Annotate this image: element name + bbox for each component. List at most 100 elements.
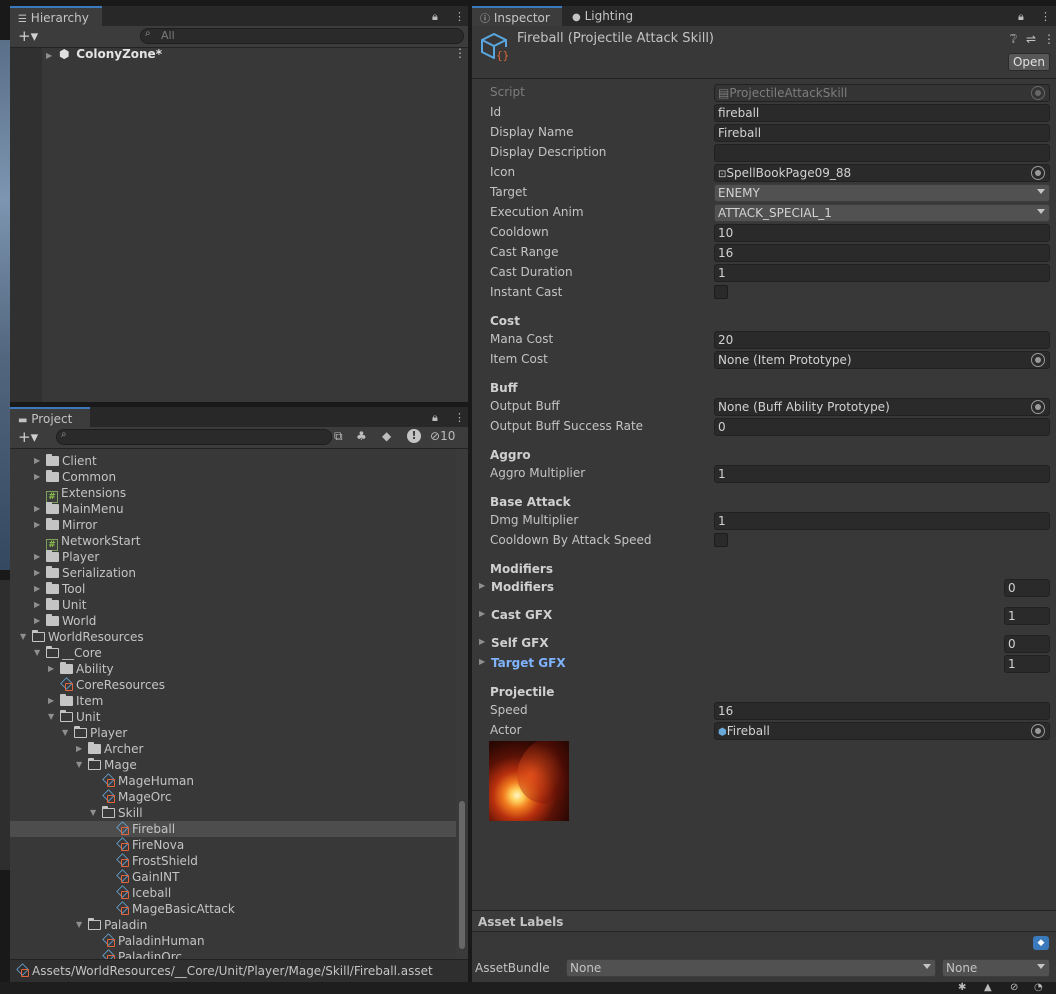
instant-cast-checkbox[interactable] xyxy=(714,285,728,299)
dmg-multiplier-field[interactable]: 1 xyxy=(714,512,1050,530)
graduation-cap-icon[interactable]: ▲ xyxy=(984,982,992,993)
display-name-field[interactable]: Fireball xyxy=(714,124,1050,142)
expand-arrow-icon[interactable]: ▶ xyxy=(34,613,40,629)
tree-item[interactable]: ▶ MainMenu xyxy=(34,501,124,517)
expand-arrow-icon[interactable]: ▶ xyxy=(34,581,40,597)
tree-item[interactable]: ▶ Serialization xyxy=(34,565,136,581)
project-search-input[interactable]: ⌕ xyxy=(56,429,332,445)
lock-icon[interactable]: 🔒︎ xyxy=(1018,10,1024,24)
target-gfx-count[interactable]: 1 xyxy=(1004,655,1050,673)
collapse-arrow-icon[interactable]: ▼ xyxy=(34,645,40,661)
tree-item[interactable]: ▶ Ability xyxy=(48,661,114,677)
expand-arrow-icon[interactable]: ▶ xyxy=(76,741,82,757)
scrollbar-track[interactable] xyxy=(456,449,468,959)
tree-item[interactable]: CoreResources xyxy=(60,677,165,693)
collapse-arrow-icon[interactable]: ▼ xyxy=(90,805,96,821)
tab-hierarchy[interactable]: ☰ Hierarchy xyxy=(10,6,102,26)
expand-arrow-icon[interactable]: ▶ xyxy=(34,549,40,565)
bug-icon[interactable]: ✱ xyxy=(958,982,966,993)
display-description-field[interactable] xyxy=(714,144,1050,162)
collapse-arrow-icon[interactable]: ▼ xyxy=(20,629,26,645)
tree-item[interactable]: # Extensions xyxy=(46,485,126,503)
tree-item[interactable]: ▼ Paladin xyxy=(76,917,147,933)
no-entry-icon[interactable]: ⊘ xyxy=(1010,982,1018,993)
self-gfx-foldout[interactable]: ▶ Self GFX xyxy=(479,636,549,650)
tree-item[interactable]: GainINT xyxy=(116,869,179,885)
tree-item[interactable]: ▼ Mage xyxy=(76,757,137,773)
mana-cost-field[interactable]: 20 xyxy=(714,331,1050,349)
help-icon[interactable]: ❔︎ xyxy=(1010,32,1017,47)
speed-field[interactable]: 16 xyxy=(714,702,1050,720)
label-filter-icon[interactable]: ◆ xyxy=(382,429,391,443)
output-buff-rate-field[interactable]: 0 xyxy=(714,418,1050,436)
tab-lighting[interactable]: ● Lighting xyxy=(564,6,641,26)
tree-item[interactable]: ▶ Unit xyxy=(34,597,86,613)
filter-type-icon[interactable]: ♣ xyxy=(356,429,367,443)
asset-bundle-dropdown[interactable]: None xyxy=(566,959,936,977)
hidden-packages-icon[interactable]: ⊘10 xyxy=(430,429,455,443)
tree-item[interactable]: ▶ Tool xyxy=(34,581,85,597)
search-by-type-icon[interactable]: ⧉ xyxy=(334,429,343,444)
tree-item[interactable]: ▼ WorldResources xyxy=(20,629,144,645)
execution-anim-dropdown[interactable]: ATTACK_SPECIAL_1 xyxy=(714,204,1050,222)
lock-icon[interactable]: 🔒︎ xyxy=(432,411,438,425)
object-picker-icon[interactable] xyxy=(1031,724,1045,738)
tree-item[interactable]: ▼ Skill xyxy=(90,805,143,821)
expand-arrow-icon[interactable]: ▶ xyxy=(46,51,52,60)
tree-item[interactable]: Iceball xyxy=(116,885,171,901)
tree-item[interactable]: ▶ Item xyxy=(48,693,103,709)
tree-item[interactable]: PaladinHuman xyxy=(102,933,205,949)
warning-icon[interactable]: ! xyxy=(407,429,421,443)
target-gfx-foldout[interactable]: ▶ Target GFX xyxy=(479,656,566,670)
kebab-menu-icon[interactable]: ⋮ xyxy=(454,411,465,424)
hierarchy-search-input[interactable]: ⌕ All xyxy=(140,28,464,44)
object-picker-icon[interactable] xyxy=(1031,166,1045,180)
target-dropdown[interactable]: ENEMY xyxy=(714,184,1050,202)
tree-item[interactable]: MageBasicAttack xyxy=(116,901,235,917)
open-button[interactable]: Open xyxy=(1008,53,1050,71)
collapse-arrow-icon[interactable]: ▼ xyxy=(62,725,68,741)
object-picker-icon[interactable] xyxy=(1031,353,1045,367)
tree-item[interactable]: ▼ Unit xyxy=(48,709,100,725)
scene-row[interactable]: ▶ ⬢ ColonyZone* xyxy=(46,46,162,62)
label-tag-icon[interactable]: ◆ xyxy=(1033,936,1049,950)
expand-arrow-icon[interactable]: ▶ xyxy=(34,469,40,485)
tree-item[interactable]: ▼ Player xyxy=(62,725,127,741)
cooldown-by-speed-checkbox[interactable] xyxy=(714,533,728,547)
kebab-menu-icon[interactable]: ⋮ xyxy=(1040,10,1051,23)
expand-arrow-icon[interactable]: ▶ xyxy=(48,661,54,677)
tab-inspector[interactable]: ⓘ Inspector xyxy=(472,6,562,26)
scene-menu-icon[interactable]: ⋮ xyxy=(454,46,466,60)
id-field[interactable]: fireball xyxy=(714,104,1050,122)
item-cost-field[interactable]: None (Item Prototype) xyxy=(714,351,1050,369)
cast-gfx-count[interactable]: 1 xyxy=(1004,607,1050,625)
preset-icon[interactable]: ⇌ xyxy=(1026,32,1036,46)
clock-icon[interactable]: ◔ xyxy=(1034,982,1043,993)
modifiers-foldout[interactable]: ▶ Modifiers xyxy=(479,580,554,594)
expand-arrow-icon[interactable]: ▶ xyxy=(34,501,40,517)
collapse-arrow-icon[interactable]: ▼ xyxy=(48,709,54,725)
tree-item[interactable]: # NetworkStart xyxy=(46,533,140,551)
tree-item[interactable]: FireNova xyxy=(116,837,184,853)
output-buff-field[interactable]: None (Buff Ability Prototype) xyxy=(714,398,1050,416)
tree-item[interactable]: MageOrc xyxy=(102,789,171,805)
tree-item[interactable]: ▼ __Core xyxy=(34,645,102,661)
collapse-arrow-icon[interactable]: ▼ xyxy=(76,757,82,773)
kebab-menu-icon[interactable]: ⋮ xyxy=(454,10,465,23)
object-picker-icon[interactable] xyxy=(1031,400,1045,414)
tree-item[interactable]: ▶ Player xyxy=(34,549,99,565)
expand-arrow-icon[interactable]: ▶ xyxy=(34,517,40,533)
tree-item[interactable]: ▶ Client xyxy=(34,453,97,469)
expand-arrow-icon[interactable]: ▶ xyxy=(34,453,40,469)
tree-item[interactable]: Fireball xyxy=(116,821,175,837)
expand-arrow-icon[interactable]: ▶ xyxy=(48,693,54,709)
cooldown-field[interactable]: 10 xyxy=(714,224,1050,242)
scrollbar-thumb[interactable] xyxy=(459,801,465,949)
create-plus-button[interactable]: +▾ xyxy=(18,428,38,446)
create-plus-button[interactable]: +▾ xyxy=(18,27,38,45)
icon-field[interactable]: ⊡SpellBookPage09_88 xyxy=(714,164,1050,182)
expand-arrow-icon[interactable]: ▶ xyxy=(34,565,40,581)
modifiers-count[interactable]: 0 xyxy=(1004,579,1050,597)
tree-item[interactable]: PaladinOrc xyxy=(102,949,182,959)
cast-duration-field[interactable]: 1 xyxy=(714,264,1050,282)
